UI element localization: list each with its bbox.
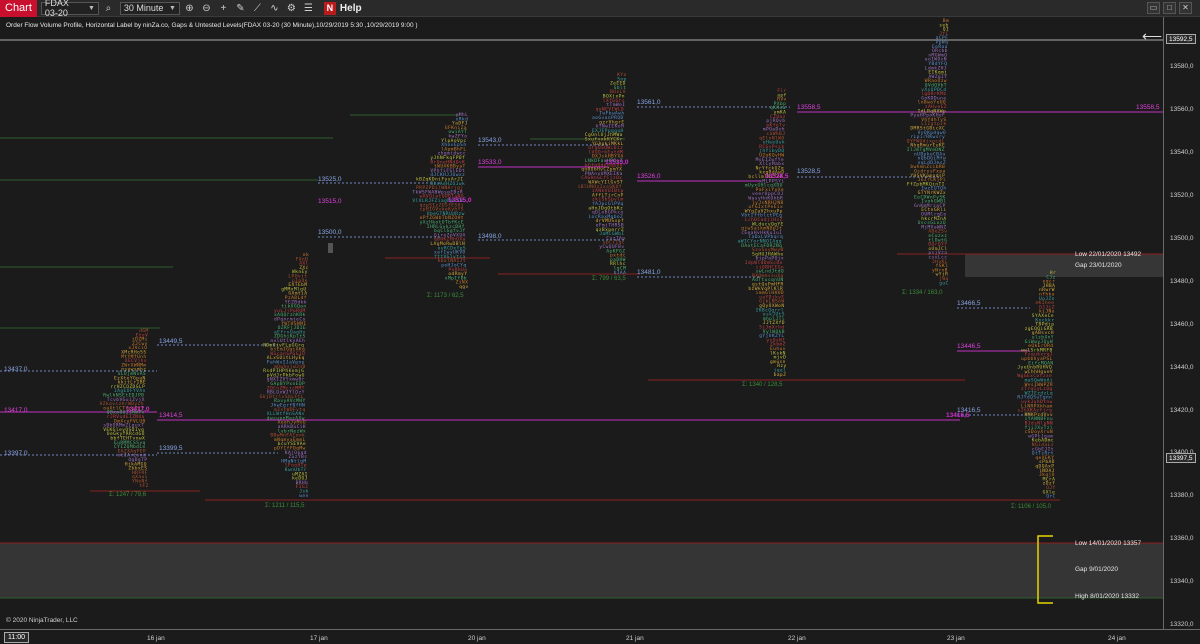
tpo-row: QrC (1046, 494, 1056, 500)
price-marker-current: 13397,5 (1166, 453, 1196, 463)
price-label: 13480,0 (1170, 278, 1194, 285)
level-label: 13498,0 (478, 233, 502, 240)
time-label: 23 jan (947, 635, 965, 642)
price-label: 13500,0 (1170, 235, 1194, 242)
back-arrow-icon[interactable]: ⟵ (1142, 28, 1162, 45)
level-label: 13561,0 (637, 99, 661, 106)
time-label: 20 jan (468, 635, 486, 642)
chart-plot-area[interactable]: dGMEteViDZMiZJCwyxJVciOXMcRHoSSMtYMfUnhX… (0, 0, 1200, 644)
level-label: 13446,5 (957, 343, 981, 350)
time-label: 24 jan (1108, 635, 1126, 642)
time-label: 21 jan (626, 635, 644, 642)
price-label: 13420,0 (1170, 407, 1194, 414)
profile-stat: Σ: 799 / 63,5 (592, 276, 626, 282)
price-label: 13440,0 (1170, 364, 1194, 371)
time-axis[interactable]: 11:00 16 jan 17 jan 20 jan 21 jan 22 jan… (0, 629, 1200, 644)
price-axis[interactable]: 13592,5 13580,0 13560,0 13540,0 13520,0 … (1163, 17, 1200, 629)
price-label: 13580,0 (1170, 63, 1194, 70)
price-label: 13460,0 (1170, 321, 1194, 328)
level-label: 13543,0 (478, 137, 502, 144)
level-label: 13528,5 (797, 168, 821, 175)
level-label: 13515,0 (318, 198, 342, 205)
level-label: 13437,0 (4, 366, 28, 373)
price-label: 13540,0 (1170, 149, 1194, 156)
tpo-row: tFZ (139, 483, 149, 489)
level-label: 13533,0 (478, 159, 502, 166)
level-label: 13414,5 (159, 412, 183, 419)
price-label: 13320,0 (1170, 621, 1194, 628)
level-label: 13525,0 (318, 176, 342, 183)
gap-label: Gap 9/01/2020 (1075, 566, 1119, 573)
tpo-row: bJAA (614, 270, 627, 276)
profile-stat: Σ: 1334 / 163,0 (902, 290, 943, 296)
price-label: 13520,0 (1170, 192, 1194, 199)
level-label: 13399,5 (159, 445, 183, 452)
marker-block (328, 243, 333, 253)
chart-title: Order Flow Volume Profile, Horizontal La… (6, 22, 418, 29)
level-label: 13558,5 (1136, 104, 1160, 111)
time-label: 22 jan (788, 635, 806, 642)
tpo-row: wen (299, 494, 309, 499)
profile-stat: Σ: 1247 / 79,6 (109, 492, 147, 498)
poc-label: 13515,0 (448, 197, 472, 204)
price-label: 13360,0 (1170, 535, 1194, 542)
profile-stat: Σ: 1106 / 105,0 (1011, 504, 1051, 510)
level-label: 13417,0 (4, 407, 28, 414)
price-label: 13380,0 (1170, 492, 1194, 499)
profile-stat: Σ: 1211 / 115,5 (265, 503, 305, 509)
price-label: 13340,0 (1170, 578, 1194, 585)
tpo-row: bapZ (774, 372, 787, 378)
level-label: 13526,0 (637, 173, 661, 180)
gap-label-high: High 8/01/2020 13332 (1075, 593, 1139, 600)
poc-label: 13416,5 (946, 412, 970, 419)
time-label: 16 jan (147, 635, 165, 642)
poc-label: 13528,5 (765, 173, 789, 180)
level-label: 13500,0 (318, 229, 342, 236)
time-marker-current: 11:00 (4, 632, 29, 643)
level-label: 13466,5 (957, 300, 981, 307)
tpo-row: guC (939, 280, 949, 286)
level-label: 13449,5 (159, 338, 183, 345)
time-label: 17 jan (310, 635, 328, 642)
copyright-text: © 2020 NinjaTrader, LLC (6, 617, 78, 624)
gap-label-low: Low 22/01/2020 13492 (1075, 251, 1142, 258)
poc-label: 13417,0 (126, 406, 150, 413)
poc-label: 13533,0 (605, 159, 629, 166)
gap-label: Gap 23/01/2020 (1075, 262, 1122, 269)
price-marker-top: 13592,5 (1166, 34, 1196, 44)
level-label: 13397,0 (4, 450, 28, 457)
tpo-row: qgv (459, 285, 469, 290)
level-label: 13558,5 (797, 104, 821, 111)
price-label: 13560,0 (1170, 106, 1194, 113)
gap-zone-lower (0, 543, 1163, 598)
level-label: 13481,0 (637, 269, 661, 276)
gap-label-low: Low 14/01/2020 13357 (1075, 540, 1142, 547)
profile-stat: Σ: 1340 / 128,5 (742, 382, 783, 388)
profile-stat: Σ: 1173 / 62,5 (427, 293, 464, 299)
